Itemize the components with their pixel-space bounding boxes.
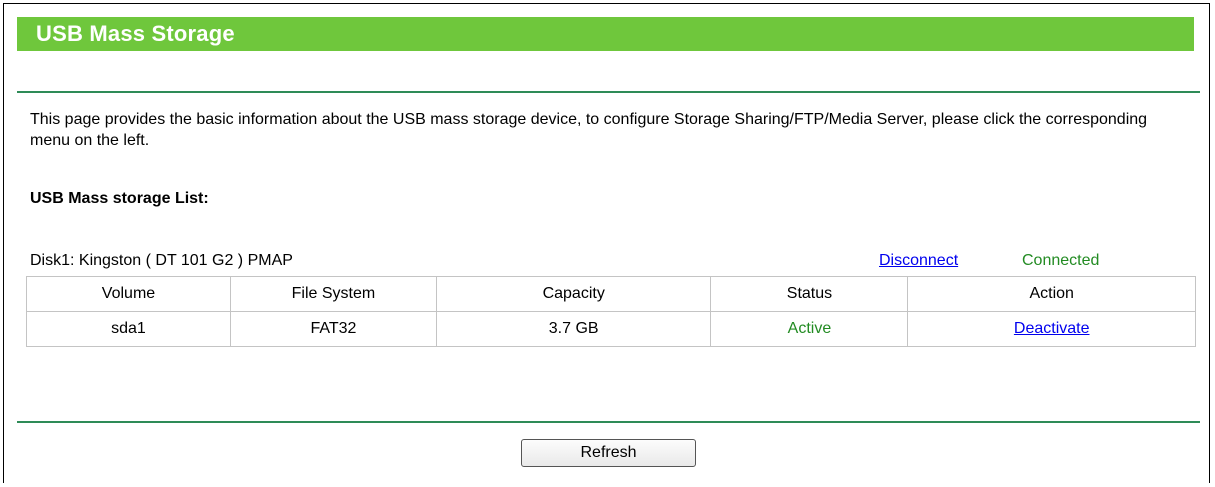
column-header-file-system: File System (229, 276, 437, 312)
page-title: USB Mass Storage (36, 21, 235, 46)
capacity-cell: 3.7 GB (435, 311, 712, 347)
disk-row: Disk1: Kingston ( DT 101 G2 ) PMAP Disco… (30, 252, 1200, 274)
table-header-row: Volume File System Capacity Status Actio… (26, 276, 1196, 312)
column-header-status: Status (710, 276, 909, 312)
file-system-cell: FAT32 (229, 311, 437, 347)
disk-name: Disk1: Kingston ( DT 101 G2 ) PMAP (30, 252, 293, 269)
status-cell: Active (710, 311, 909, 347)
refresh-button[interactable]: Refresh (521, 439, 696, 467)
column-header-volume: Volume (26, 276, 231, 312)
bottom-divider (17, 421, 1200, 423)
column-header-action: Action (907, 276, 1196, 312)
top-divider (17, 91, 1200, 93)
header-bar: USB Mass Storage (17, 17, 1194, 51)
deactivate-link[interactable]: Deactivate (1014, 320, 1090, 337)
disconnect-link[interactable]: Disconnect (879, 252, 958, 270)
storage-list-title: USB Mass storage List: (30, 190, 209, 207)
page-description: This page provides the basic information… (30, 111, 1148, 149)
page-frame (3, 3, 1210, 483)
action-cell: Deactivate (907, 311, 1196, 347)
disk-status: Connected (1022, 252, 1100, 269)
column-header-capacity: Capacity (435, 276, 712, 312)
table-row: sda1 FAT32 3.7 GB Active Deactivate (26, 311, 1196, 347)
volume-cell: sda1 (26, 311, 231, 347)
storage-table: Volume File System Capacity Status Actio… (26, 276, 1196, 347)
